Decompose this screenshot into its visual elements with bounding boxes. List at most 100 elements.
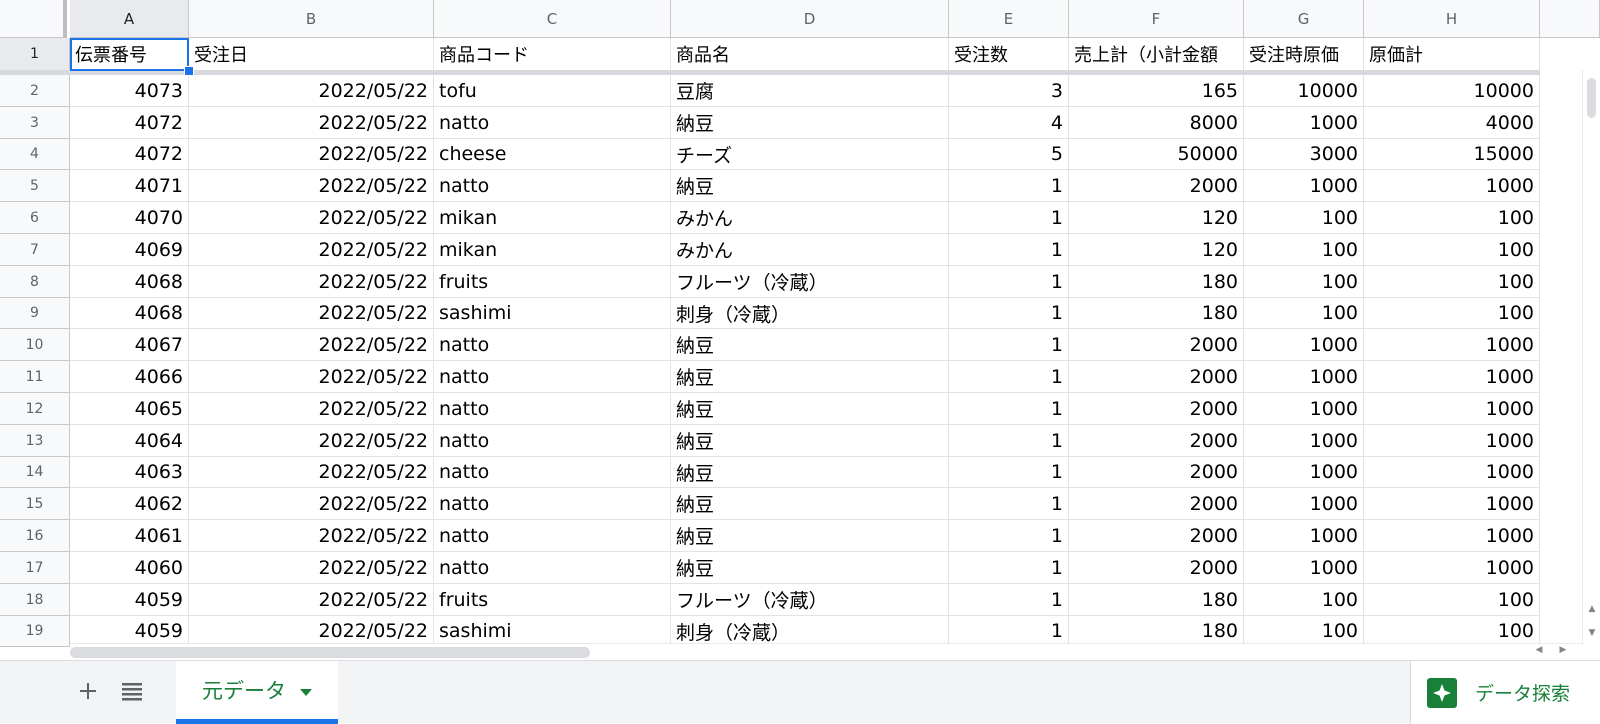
row-header-5[interactable]: 5 (0, 170, 70, 202)
row-header-4[interactable]: 4 (0, 139, 70, 170)
table-cell[interactable]: mikan (434, 234, 671, 266)
table-cell[interactable]: 1 (949, 488, 1069, 520)
table-cell[interactable]: tofu (434, 75, 671, 107)
table-cell[interactable]: natto (434, 361, 671, 393)
table-cell[interactable]: 4073 (70, 75, 189, 107)
table-cell[interactable]: 納豆 (671, 329, 949, 361)
row-header-11[interactable]: 11 (0, 361, 70, 393)
row-header-14[interactable]: 14 (0, 457, 70, 488)
header-cell[interactable]: 受注数 (949, 38, 1069, 71)
header-cell[interactable]: 伝票番号 (70, 38, 189, 71)
table-cell[interactable]: 4072 (70, 107, 189, 139)
vertical-scroll-thumb[interactable] (1587, 78, 1596, 118)
table-cell[interactable]: 100 (1364, 266, 1540, 298)
column-header-e[interactable]: E (949, 0, 1069, 38)
scroll-right-arrow-icon[interactable]: ▶ (1556, 645, 1570, 655)
table-cell[interactable]: 2000 (1069, 457, 1244, 488)
header-cell[interactable]: 商品名 (671, 38, 949, 71)
vertical-scrollbar[interactable]: ▲ ▼ (1582, 70, 1600, 645)
table-cell[interactable]: 1000 (1364, 520, 1540, 552)
table-cell[interactable]: チーズ (671, 139, 949, 170)
table-cell[interactable]: 2000 (1069, 393, 1244, 425)
table-cell[interactable]: 1000 (1364, 361, 1540, 393)
row-header-3[interactable]: 3 (0, 107, 70, 139)
scroll-down-arrow-icon[interactable]: ▼ (1583, 628, 1600, 638)
table-cell[interactable]: natto (434, 425, 671, 457)
table-cell[interactable]: sashimi (434, 298, 671, 329)
table-cell[interactable]: 4067 (70, 329, 189, 361)
table-cell[interactable]: 2022/05/22 (189, 393, 434, 425)
table-cell[interactable]: 1000 (1364, 552, 1540, 584)
table-cell[interactable]: 1 (949, 202, 1069, 234)
table-cell[interactable]: 2022/05/22 (189, 425, 434, 457)
table-cell[interactable]: 納豆 (671, 393, 949, 425)
table-cell[interactable]: フルーツ（冷蔵） (671, 584, 949, 616)
table-cell[interactable]: 2000 (1069, 520, 1244, 552)
table-cell[interactable]: 納豆 (671, 170, 949, 202)
table-cell[interactable]: 1 (949, 584, 1069, 616)
table-cell[interactable]: 納豆 (671, 488, 949, 520)
table-cell[interactable]: 8000 (1069, 107, 1244, 139)
table-cell[interactable]: 180 (1069, 298, 1244, 329)
table-cell[interactable]: 2022/05/22 (189, 170, 434, 202)
horizontal-scrollbar[interactable]: ◀ ▶ (70, 643, 1582, 661)
table-cell[interactable]: 2022/05/22 (189, 266, 434, 298)
table-cell[interactable]: 1000 (1364, 170, 1540, 202)
table-cell[interactable]: 1000 (1244, 393, 1364, 425)
table-cell[interactable]: 4066 (70, 361, 189, 393)
caret-down-icon[interactable] (300, 678, 312, 702)
table-cell[interactable]: 4064 (70, 425, 189, 457)
row-header-13[interactable]: 13 (0, 425, 70, 457)
table-cell[interactable]: 1 (949, 298, 1069, 329)
table-cell[interactable]: 100 (1244, 584, 1364, 616)
list-icon[interactable] (112, 671, 152, 711)
column-header-g[interactable]: G (1244, 0, 1364, 38)
table-cell[interactable]: 120 (1069, 234, 1244, 266)
table-cell[interactable]: 180 (1069, 584, 1244, 616)
table-cell[interactable]: 1000 (1364, 488, 1540, 520)
table-cell[interactable]: 2022/05/22 (189, 298, 434, 329)
table-cell[interactable]: 1000 (1364, 329, 1540, 361)
column-header-b[interactable]: B (189, 0, 434, 38)
fill-handle[interactable] (184, 66, 194, 76)
table-cell[interactable]: natto (434, 170, 671, 202)
table-cell[interactable]: 100 (1364, 298, 1540, 329)
table-cell[interactable]: 2022/05/22 (189, 520, 434, 552)
table-cell[interactable]: 5 (949, 139, 1069, 170)
row-header-17[interactable]: 17 (0, 552, 70, 584)
header-cell[interactable]: 受注時原価 (1244, 38, 1364, 71)
table-cell[interactable]: 2000 (1069, 425, 1244, 457)
table-cell[interactable]: 4072 (70, 139, 189, 170)
table-cell[interactable]: 1000 (1244, 329, 1364, 361)
table-cell[interactable]: 1000 (1244, 107, 1364, 139)
row-header-10[interactable]: 10 (0, 329, 70, 361)
table-cell[interactable]: 納豆 (671, 107, 949, 139)
table-cell[interactable]: 4000 (1364, 107, 1540, 139)
table-cell[interactable]: 豆腐 (671, 75, 949, 107)
table-cell[interactable]: 1 (949, 329, 1069, 361)
table-cell[interactable]: 1000 (1244, 488, 1364, 520)
sheet-tab[interactable]: 元データ (176, 661, 338, 724)
table-cell[interactable]: 2000 (1069, 361, 1244, 393)
table-cell[interactable]: 納豆 (671, 552, 949, 584)
table-cell[interactable]: 2022/05/22 (189, 139, 434, 170)
table-cell[interactable]: 1 (949, 457, 1069, 488)
table-cell[interactable]: フルーツ（冷蔵） (671, 266, 949, 298)
plus-icon[interactable] (68, 671, 108, 711)
table-cell[interactable]: 1000 (1364, 457, 1540, 488)
table-cell[interactable]: 100 (1244, 234, 1364, 266)
table-cell[interactable]: 2022/05/22 (189, 457, 434, 488)
table-cell[interactable]: 2022/05/22 (189, 488, 434, 520)
table-cell[interactable]: 4070 (70, 202, 189, 234)
table-cell[interactable]: 15000 (1364, 139, 1540, 170)
table-cell[interactable]: 納豆 (671, 457, 949, 488)
table-cell[interactable]: 4069 (70, 234, 189, 266)
table-cell[interactable]: 10000 (1364, 75, 1540, 107)
table-cell[interactable]: 2022/05/22 (189, 107, 434, 139)
table-cell[interactable]: 1 (949, 520, 1069, 552)
table-cell[interactable]: 1000 (1244, 425, 1364, 457)
table-cell[interactable]: 1 (949, 266, 1069, 298)
table-cell[interactable]: 2022/05/22 (189, 584, 434, 616)
table-cell[interactable]: 50000 (1069, 139, 1244, 170)
table-cell[interactable]: natto (434, 457, 671, 488)
